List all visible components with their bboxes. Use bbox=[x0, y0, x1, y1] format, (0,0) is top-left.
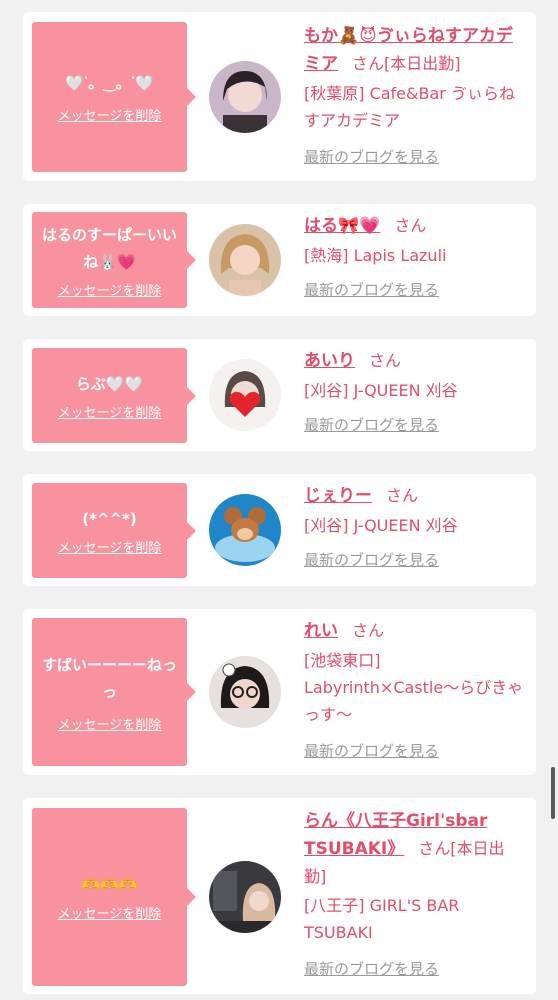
delete-message-link[interactable]: メッセージを削除 bbox=[58, 714, 162, 733]
message-text: 🤍ᐝ。‿。ᐝ🤍 bbox=[64, 74, 155, 92]
favorite-card: らぶ🤍🤍 メッセージを削除 あいり さん [刈谷] J-QUEEN 刈谷 最新のブ… bbox=[23, 339, 536, 451]
delete-message-link[interactable]: メッセージを削除 bbox=[58, 280, 162, 299]
suffix-label: さん bbox=[352, 621, 385, 640]
avatar[interactable] bbox=[209, 224, 281, 296]
cast-info: はる🎀💗 さん [熱海] Lapis Lazuli 最新のブログを見る bbox=[304, 212, 526, 304]
message-bubble: はるのすーぱーいいね🐰💗 メッセージを削除 bbox=[32, 212, 196, 308]
suffix-label: さん bbox=[418, 839, 451, 858]
message-text: (*^^*) bbox=[82, 509, 137, 528]
message-text: はるのすーぱーいいね🐰💗 bbox=[41, 225, 177, 271]
favorite-card: 🤍ᐝ。‿。ᐝ🤍 メッセージを削除 もか🧸😈ゔぃらねすアカデミア さん[本日出勤] … bbox=[23, 12, 536, 181]
message-text: らぶ🤍🤍 bbox=[75, 374, 144, 393]
shop-label: [熱海] Lapis Lazuli bbox=[304, 246, 447, 265]
avatar[interactable] bbox=[209, 494, 281, 566]
latest-blog-link[interactable]: 最新のブログを見る bbox=[304, 738, 526, 765]
message-text: すばいーーーーねっっ bbox=[41, 655, 177, 701]
suffix-label: さん bbox=[394, 216, 427, 235]
message-bubble: すばいーーーーねっっ メッセージを削除 bbox=[32, 618, 196, 766]
cast-info: あいり さん [刈谷] J-QUEEN 刈谷 最新のブログを見る bbox=[304, 347, 526, 439]
suffix-label: さん bbox=[352, 54, 385, 73]
message-text: 🫶🫶🫶 bbox=[81, 876, 138, 894]
message-bubble: 🫶🫶🫶 メッセージを削除 bbox=[32, 808, 196, 986]
avatar-girl-glasses-image bbox=[209, 656, 281, 728]
shop-label: [池袋東口] Labyrinth×Castle〜らびきゃっす〜 bbox=[304, 651, 524, 724]
cast-info: らん《八王子Girl'sbar TSUBAKI》 さん[本日出勤] [八王子] G… bbox=[304, 807, 526, 983]
favorite-card: はるのすーぱーいいね🐰💗 メッセージを削除 はる🎀💗 さん [熱海] Lapis … bbox=[23, 204, 536, 316]
message-bubble: らぶ🤍🤍 メッセージを削除 bbox=[32, 348, 196, 443]
latest-blog-link[interactable]: 最新のブログを見る bbox=[304, 277, 526, 304]
cast-info: じぇりー さん [刈谷] J-QUEEN 刈谷 最新のブログを見る bbox=[304, 482, 526, 574]
avatar[interactable] bbox=[209, 61, 281, 133]
avatar[interactable] bbox=[209, 861, 281, 933]
latest-blog-link[interactable]: 最新のブログを見る bbox=[304, 412, 526, 439]
cast-info: もか🧸😈ゔぃらねすアカデミア さん[本日出勤] [秋葉原] Cafe&Bar ゔぃ… bbox=[304, 22, 526, 171]
shop-label: [刈谷] J-QUEEN 刈谷 bbox=[304, 516, 458, 535]
avatar-girl-dark-hair-image bbox=[209, 61, 281, 133]
favorite-card: (*^^*) メッセージを削除 じぇりー さん [刈谷] J-QUEEN 刈谷 最… bbox=[23, 474, 536, 586]
avatar-girl-heart-image bbox=[209, 359, 281, 431]
avatar-girl-blonde-image bbox=[209, 224, 281, 296]
message-bubble: 🤍ᐝ。‿。ᐝ🤍 メッセージを削除 bbox=[32, 22, 196, 172]
avatar-girl-bar-image bbox=[209, 861, 281, 933]
cast-info: れい さん [池袋東口] Labyrinth×Castle〜らびきゃっす〜 最新の… bbox=[304, 617, 526, 765]
scrollbar[interactable] bbox=[551, 767, 555, 819]
shop-label: [刈谷] J-QUEEN 刈谷 bbox=[304, 381, 458, 400]
favorites-list: 🤍ᐝ。‿。ᐝ🤍 メッセージを削除 もか🧸😈ゔぃらねすアカデミア さん[本日出勤] … bbox=[0, 0, 558, 1000]
latest-blog-link[interactable]: 最新のブログを見る bbox=[304, 547, 526, 574]
delete-message-link[interactable]: メッセージを削除 bbox=[58, 903, 162, 922]
favorite-card: すばいーーーーねっっ メッセージを削除 れい さん [池袋東口] Labyrint… bbox=[23, 609, 536, 775]
cast-name-link[interactable]: はる🎀💗 bbox=[304, 216, 380, 236]
status-badge: [本日出勤] bbox=[384, 54, 461, 73]
delete-message-link[interactable]: メッセージを削除 bbox=[58, 105, 162, 124]
cast-name-link[interactable]: れい bbox=[304, 621, 338, 641]
delete-message-link[interactable]: メッセージを削除 bbox=[58, 537, 162, 556]
shop-label: [八王子] GIRL'S BAR TSUBAKI bbox=[304, 896, 460, 942]
avatar[interactable] bbox=[209, 656, 281, 728]
cast-name-link[interactable]: あいり bbox=[304, 351, 355, 371]
shop-label: [秋葉原] Cafe&Bar ゔぃらねすアカデミア bbox=[304, 84, 515, 130]
avatar[interactable] bbox=[209, 359, 281, 431]
avatar-cartoon-mouse-image bbox=[209, 494, 281, 566]
suffix-label: さん bbox=[369, 351, 402, 370]
delete-message-link[interactable]: メッセージを削除 bbox=[58, 402, 162, 421]
suffix-label: さん bbox=[386, 486, 419, 505]
cast-name-link[interactable]: じぇりー bbox=[304, 486, 372, 506]
message-bubble: (*^^*) メッセージを削除 bbox=[32, 483, 196, 578]
latest-blog-link[interactable]: 最新のブログを見る bbox=[304, 956, 526, 983]
favorite-card: 🫶🫶🫶 メッセージを削除 らん《八王子Girl'sbar TSUBAKI》 さん[… bbox=[23, 798, 536, 994]
latest-blog-link[interactable]: 最新のブログを見る bbox=[304, 144, 526, 171]
